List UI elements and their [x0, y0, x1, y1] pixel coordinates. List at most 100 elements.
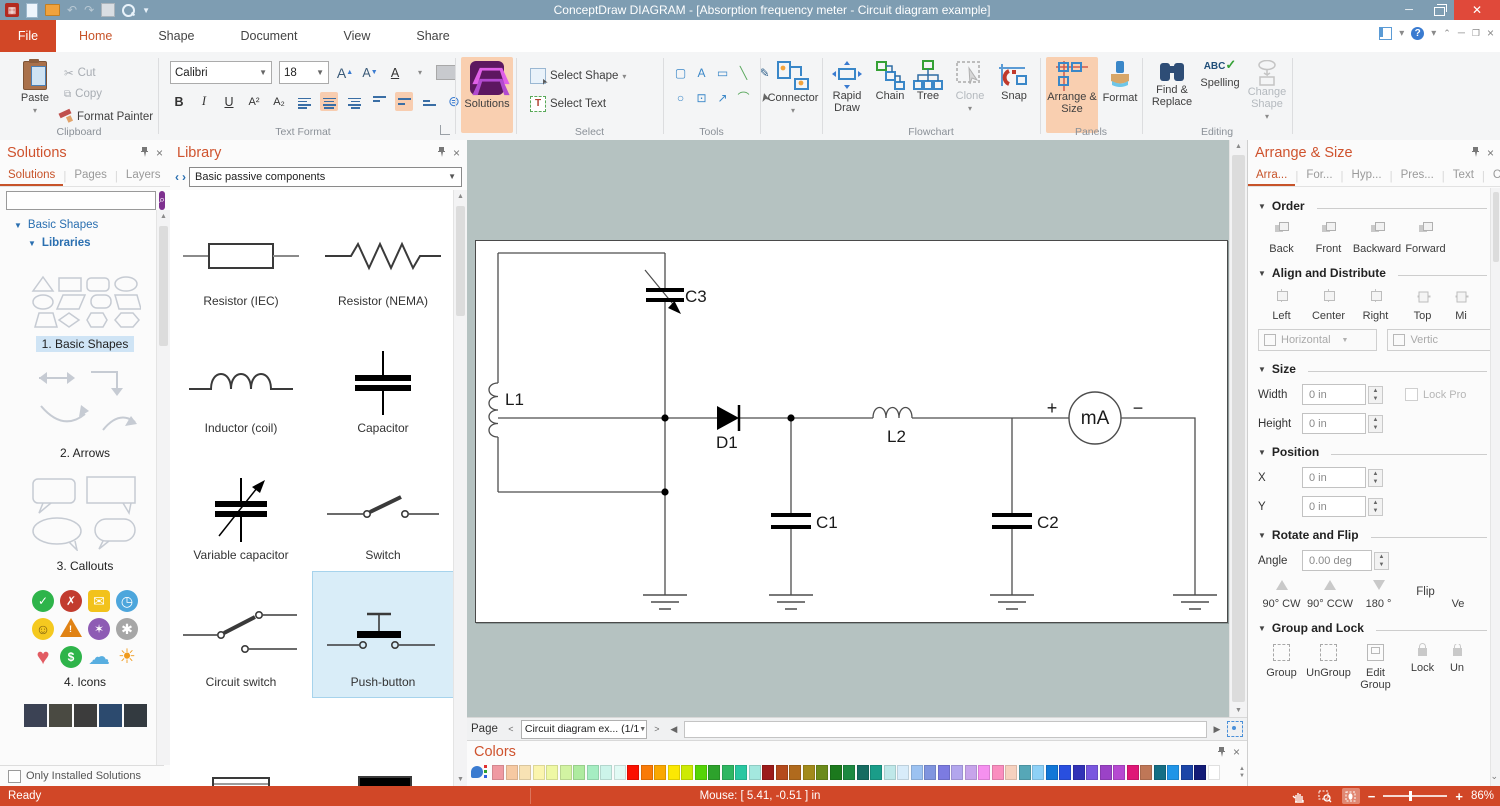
save-icon[interactable] [101, 3, 116, 17]
minimize-button[interactable]: ─ [1394, 0, 1424, 20]
rotate-90ccw-button[interactable]: 90° CCW [1305, 580, 1355, 610]
tab-share[interactable]: Share [393, 20, 472, 52]
align-right-button[interactable] [345, 92, 363, 111]
color-swatch[interactable] [1018, 765, 1031, 780]
chain-button[interactable]: Chain [872, 60, 908, 102]
solutions-search-input[interactable] [6, 191, 156, 210]
flip-vertical-button[interactable]: Ve [1449, 580, 1467, 610]
print-preview-icon[interactable] [122, 3, 136, 17]
color-swatch[interactable] [843, 765, 855, 780]
rapid-draw-button[interactable]: Rapid Draw [826, 60, 868, 114]
align-top-button[interactable]: Top [1399, 289, 1446, 322]
color-swatch[interactable] [1180, 765, 1193, 780]
flip-button[interactable]: Flip [1402, 580, 1449, 610]
format-button[interactable]: Format [1100, 57, 1140, 104]
align-center-button[interactable]: Center [1305, 289, 1352, 322]
color-swatch[interactable] [1059, 765, 1071, 780]
color-swatch[interactable] [789, 765, 801, 780]
solutions-scrollbar[interactable]: ▲ [156, 210, 170, 765]
color-swatch[interactable] [1099, 765, 1112, 780]
textbox-tool-icon[interactable]: ⊡ [693, 89, 710, 106]
scroll-left-icon[interactable]: ◀ [667, 721, 681, 737]
close-button[interactable]: ✕ [1454, 0, 1500, 20]
doc-close-icon[interactable]: × [1487, 26, 1494, 40]
distribute-horizontal-dropdown[interactable]: Horizontal ▼ [1258, 329, 1378, 351]
height-spinner[interactable]: ▲ ▼ [1368, 414, 1383, 433]
color-swatch[interactable] [505, 765, 518, 780]
doc-restore-icon[interactable]: ❐ [1472, 28, 1480, 39]
color-swatch[interactable] [613, 765, 626, 780]
color-swatch[interactable] [627, 765, 639, 780]
color-swatch[interactable] [735, 765, 747, 780]
line-tool-icon[interactable]: ╲ [735, 64, 752, 81]
scroll-up-icon[interactable]: ▲ [454, 190, 467, 203]
zoom-slider-thumb[interactable] [1409, 791, 1413, 801]
tab-view[interactable]: View [320, 20, 393, 52]
color-swatch[interactable] [802, 765, 815, 780]
search-button[interactable]: ⌕ [159, 191, 166, 210]
library-item-inductor[interactable]: Inductor (coil) [170, 317, 312, 444]
close-panel-icon[interactable]: × [1487, 146, 1494, 160]
valign-bottom-button[interactable] [420, 92, 438, 111]
library-scrollbar[interactable]: ▲ ▼ [453, 190, 467, 786]
lock-proportions-checkbox[interactable] [1405, 388, 1418, 401]
order-back-button[interactable]: Back [1258, 222, 1305, 255]
order-backward-button[interactable]: Backward [1352, 222, 1402, 255]
width-spinner[interactable]: ▲ ▼ [1368, 385, 1383, 404]
color-swatch[interactable] [775, 765, 788, 780]
collapse-ribbon-icon[interactable]: ⌃ [1443, 28, 1451, 39]
color-swatch[interactable] [1167, 765, 1179, 780]
color-swatch[interactable] [559, 765, 572, 780]
select-text-button[interactable]: T Select Text [530, 96, 606, 112]
tab-pages[interactable]: Pages [66, 167, 115, 186]
library-item-circuit-switch[interactable]: Circuit switch [170, 571, 312, 698]
tab-arrange[interactable]: Arra... [1248, 167, 1296, 186]
ungroup-button[interactable]: UnGroup [1305, 644, 1352, 691]
copy-button[interactable]: ⧉ Copy [64, 88, 102, 100]
cut-button[interactable]: ✂ Cut [64, 66, 96, 80]
unlock-button[interactable]: Un [1446, 644, 1468, 691]
color-swatch[interactable] [694, 765, 707, 780]
color-swatch[interactable] [1072, 765, 1085, 780]
library-item-switch[interactable]: Switch [312, 444, 454, 571]
solutions-button[interactable]: Solutions [461, 57, 513, 133]
change-shape-button[interactable]: Change Shape ▾ [1244, 60, 1290, 123]
solution-item-basic-shapes[interactable]: 1. Basic Shapes [10, 275, 160, 352]
color-swatch[interactable] [654, 765, 666, 780]
scroll-right-icon[interactable]: ▶ [1210, 721, 1224, 737]
arrange-scrollbar[interactable] [1490, 188, 1500, 786]
x-spinner[interactable]: ▲ ▼ [1368, 468, 1383, 487]
solution-item-arrows[interactable]: 2. Arrows [10, 366, 160, 461]
scroll-down-icon[interactable]: ⌄ [1490, 771, 1498, 782]
clone-button[interactable]: Clone ▾ [950, 60, 990, 115]
tab-home[interactable]: Home [56, 20, 135, 52]
connector-button[interactable]: Connector ▾ [766, 60, 820, 117]
callout-tool-icon[interactable]: ▭ [714, 64, 731, 81]
tab-text[interactable]: Text [1445, 167, 1482, 186]
redo-icon[interactable]: ↷ [84, 4, 94, 16]
color-swatch[interactable] [640, 765, 653, 780]
color-swatch[interactable] [829, 765, 842, 780]
help-icon[interactable]: ? [1411, 26, 1425, 40]
color-swatch[interactable] [546, 765, 558, 780]
color-swatch[interactable] [910, 765, 923, 780]
zoom-in-icon[interactable]: + [1455, 789, 1463, 804]
arrow-tool-icon[interactable]: ↗ [714, 89, 731, 106]
color-swatch[interactable] [1086, 765, 1098, 780]
subscript-button[interactable]: A₂ [270, 92, 288, 111]
library-item-variable-capacitor[interactable]: Variable capacitor [170, 444, 312, 571]
curve-tool-icon[interactable]: ⌒ [735, 89, 752, 106]
library-back-icon[interactable]: ‹ [175, 170, 179, 184]
color-swatch[interactable] [897, 765, 909, 780]
tab-file[interactable]: File [0, 20, 56, 52]
grow-font-button[interactable]: A ▲ [336, 63, 354, 82]
color-swatch[interactable] [586, 765, 599, 780]
previous-page-icon[interactable]: < [504, 721, 518, 737]
color-swatch[interactable] [883, 765, 896, 780]
tab-hyperlink[interactable]: Hyp... [1344, 167, 1390, 186]
rotate-90cw-button[interactable]: 90° CW [1258, 580, 1305, 610]
library-item-capacitor[interactable]: Capacitor [312, 317, 454, 444]
format-painter-button[interactable]: Format Painter [58, 110, 153, 124]
superscript-button[interactable]: A² [245, 92, 263, 111]
scroll-down-icon[interactable]: ▼ [454, 773, 467, 786]
